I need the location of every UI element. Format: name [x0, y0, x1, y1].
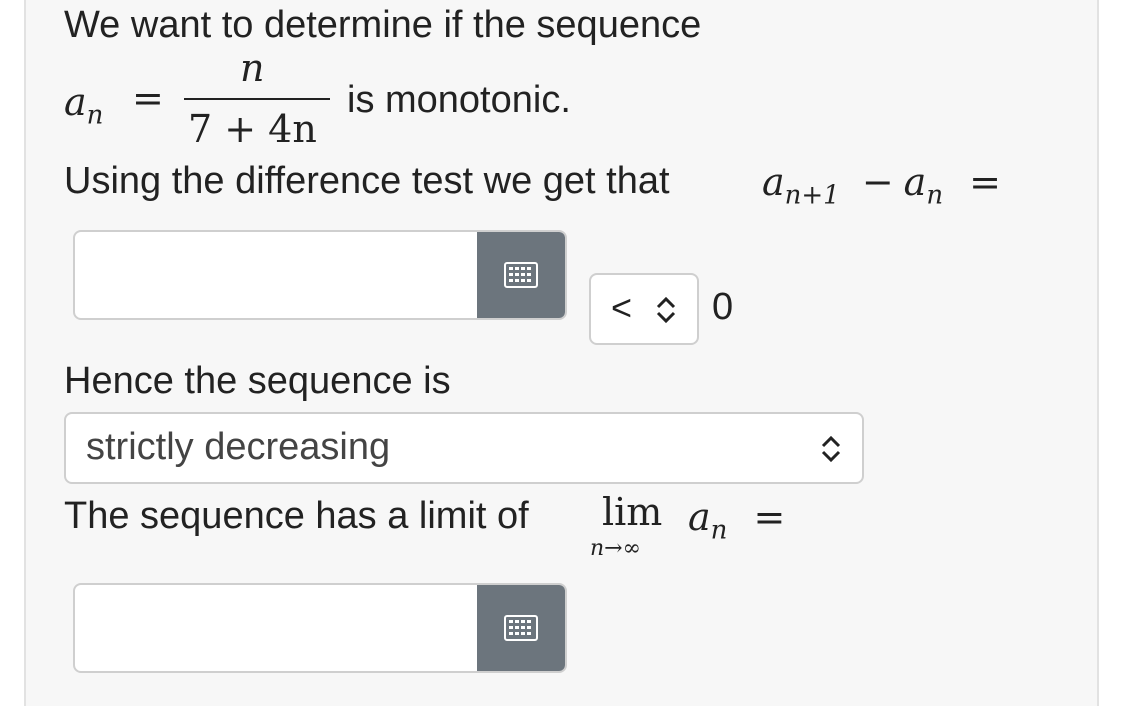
up-down-chevron-icon — [821, 435, 841, 463]
sequence-type-selected: strictly decreasing — [86, 426, 391, 468]
formula-numerator: n — [240, 46, 265, 90]
limit-text: The sequence has a limit of — [64, 495, 529, 537]
keyboard-icon — [504, 262, 538, 288]
limit-answer-input[interactable] — [75, 585, 478, 671]
limit-answer-box — [73, 583, 567, 673]
limit-expression: an = — [688, 495, 786, 546]
difference-text: Using the difference test we get that — [64, 160, 670, 202]
formula-denominator: 7 + 4n — [188, 107, 317, 151]
intro-text: We want to determine if the sequence — [64, 4, 702, 46]
difference-expression: an+1 − an = — [762, 160, 1002, 211]
math-keyboard-button[interactable] — [477, 232, 565, 318]
monotonic-text: is monotonic. — [347, 79, 571, 121]
comparison-select[interactable]: < — [589, 273, 699, 345]
formula-equals: = — [132, 76, 164, 120]
keyboard-icon — [504, 615, 538, 641]
hence-text: Hence the sequence is — [64, 360, 451, 402]
difference-answer-box — [73, 230, 567, 320]
fraction-bar — [184, 98, 330, 100]
formula-lhs: an — [64, 80, 104, 131]
comparison-zero: 0 — [712, 286, 734, 328]
limit-lim: lim — [602, 490, 663, 534]
up-down-chevron-icon — [656, 296, 676, 324]
limit-under: n→∞ — [590, 536, 641, 561]
math-keyboard-button[interactable] — [477, 585, 565, 671]
difference-answer-input[interactable] — [75, 232, 478, 318]
comparison-selected: < — [611, 287, 633, 328]
sequence-type-select[interactable]: strictly decreasing — [64, 412, 864, 484]
